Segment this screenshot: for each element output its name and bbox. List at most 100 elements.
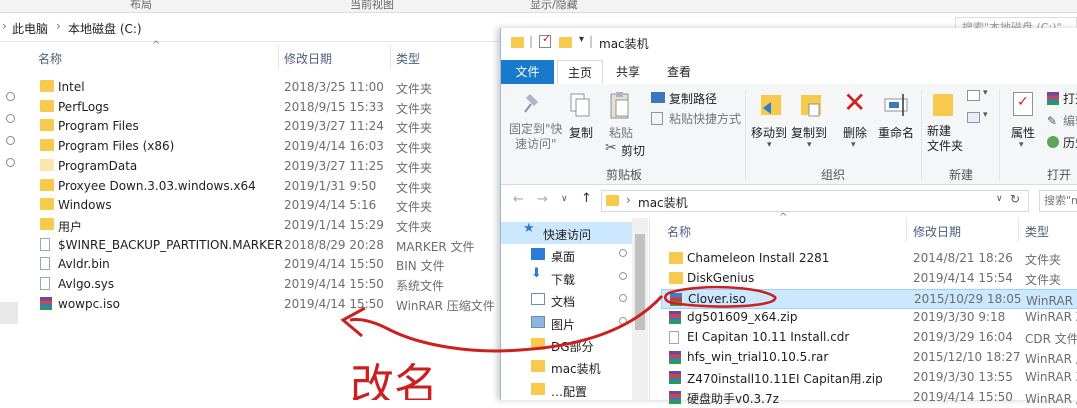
copy-to-button[interactable]: 复制到 <box>791 124 827 141</box>
move-to-button[interactable]: 移动到 <box>751 124 787 141</box>
navigation-pane-scrollbar[interactable] <box>632 218 648 400</box>
breadcrumb-current[interactable]: mac装机 <box>638 194 688 211</box>
table-row[interactable]: Intel 2018/3/25 11:00 文件夹 <box>0 77 500 97</box>
table-row[interactable]: DiskGenius 2019/4/14 15:54 文件夹 <box>661 269 1077 289</box>
rename-button[interactable]: 重命名 <box>878 124 914 141</box>
sidebar-item[interactable]: 文档 <box>501 289 633 311</box>
column-divider[interactable] <box>906 218 907 242</box>
column-header-name[interactable]: 名称 <box>667 223 691 240</box>
tab-file[interactable]: 文件 <box>501 60 554 84</box>
table-row[interactable]: Clover.iso 2015/10/29 18:05 WinRAR 压 <box>661 288 1077 309</box>
folder-light-icon <box>40 158 54 171</box>
column-header-name[interactable]: 名称 <box>38 50 62 67</box>
table-row[interactable]: wowpc.iso 2019/4/14 15:50 WinRAR 压缩文件 <box>0 294 500 314</box>
sidebar-item[interactable]: 图片 <box>501 312 633 334</box>
ribbon-home: 固定到"快 速访问" 复制 粘贴 复制路径 粘贴快捷方式 ✂ 剪切 剪贴板 移动… <box>501 84 1077 185</box>
sort-up-icon: ^ <box>152 40 161 51</box>
sidebar-item-label: …配置 <box>551 384 588 399</box>
properties-quick-icon[interactable]: ✓ <box>539 32 551 48</box>
open-button[interactable]: 打开 <box>1063 90 1077 107</box>
tab-home[interactable]: 主页 <box>557 60 603 84</box>
dropdown-icon: ▾ <box>1019 140 1024 150</box>
pin-quick-access-button[interactable]: 固定到"快 速访问" <box>509 122 563 152</box>
column-divider[interactable] <box>278 45 279 69</box>
tab-share[interactable]: 共享 <box>616 60 640 84</box>
desktop-icon <box>531 248 545 261</box>
table-row[interactable]: ProgramData 2019/3/27 11:25 文件夹 <box>0 156 500 176</box>
address-dropdown-icon[interactable]: ∨ <box>996 194 1003 204</box>
table-row[interactable]: 硬盘助手v0.3.7z 2019/4/14 15:50 WinRAR 压 <box>661 388 1077 408</box>
copy-button[interactable]: 复制 <box>569 124 593 141</box>
sidebar-item[interactable]: ⬇ 下载 <box>501 267 633 289</box>
sidebar-item[interactable]: DG部分 <box>501 334 633 356</box>
delete-button[interactable]: 删除 <box>843 124 867 141</box>
paste-button[interactable]: 粘贴 <box>609 124 633 141</box>
rar-icon <box>40 296 52 310</box>
table-row[interactable]: dg501609_x64.zip 2019/3/30 9:18 WinRAR Z <box>661 308 1077 328</box>
sidebar-item[interactable]: …配置 <box>501 379 633 401</box>
star-icon: ★ <box>523 221 535 236</box>
new-folder-quick-icon[interactable] <box>559 37 572 48</box>
table-row[interactable]: Program Files (x86) 2019/4/14 16:03 文件夹 <box>0 136 500 156</box>
table-row[interactable]: Z470install10.11EI Capitan用.zip 2019/3/30… <box>661 368 1077 388</box>
sidebar-item[interactable]: ★ 快速访问 <box>501 222 633 244</box>
history-icon <box>1047 136 1059 148</box>
sidebar-item[interactable]: 桌面 <box>501 244 633 266</box>
forward-arrow-icon[interactable]: → <box>537 192 548 207</box>
quick-access-dropdown-icon[interactable]: ▾ <box>579 34 584 45</box>
move-to-icon <box>761 95 781 115</box>
file-date: 2019/4/14 15:50 <box>284 277 384 291</box>
recent-dropdown-icon[interactable]: ∨ <box>561 194 568 204</box>
table-row[interactable]: 用户 2019/1/14 15:29 文件夹 <box>0 215 500 235</box>
table-row[interactable]: $WINRE_BACKUP_PARTITION.MARKER 2018/8/29 … <box>0 235 500 255</box>
column-header-type[interactable]: 类型 <box>396 50 420 67</box>
file-name: wowpc.iso <box>58 296 120 311</box>
folder-icon <box>40 178 54 191</box>
breadcrumb-local-disk[interactable]: 本地磁盘 (C:) <box>68 20 142 37</box>
group-divider <box>999 90 1000 180</box>
back-address-bar[interactable]: › 此电脑 › 本地磁盘 (C:) <box>0 13 500 42</box>
back-arrow-icon[interactable]: ← <box>513 192 524 207</box>
folder-icon <box>40 198 54 211</box>
column-divider[interactable] <box>1018 218 1019 242</box>
table-row[interactable]: hfs_win_trial10.10.5.rar 2015/12/10 18:27… <box>661 348 1077 368</box>
file-date: 2018/9/15 15:33 <box>284 99 384 114</box>
column-divider[interactable] <box>390 45 391 69</box>
table-row[interactable]: Windows 2019/4/14 5:16 文件夹 <box>0 195 500 215</box>
title-bar[interactable]: | ✓ ▾ | mac装机 <box>501 28 1077 60</box>
edit-button[interactable]: 编辑 <box>1063 112 1077 129</box>
address-bar[interactable]: › mac装机 ∨ ↻ <box>601 190 1029 212</box>
ribbon-tabs: 文件 主页 共享 查看 <box>501 60 1077 85</box>
copy-path-button[interactable]: 复制路径 <box>669 90 717 107</box>
table-row[interactable]: Chameleon Install 2281 2014/8/21 18:26 文件夹 <box>661 249 1077 269</box>
file-date: 2019/1/31 9:50 <box>284 178 377 193</box>
folder-icon <box>606 195 619 206</box>
column-header-date[interactable]: 修改日期 <box>913 223 961 240</box>
scrollbar-thumb[interactable] <box>635 234 645 330</box>
cut-button[interactable]: 剪切 <box>621 142 645 159</box>
sidebar-item-label: 图片 <box>551 317 576 332</box>
table-row[interactable]: Avlgo.sys 2019/4/14 15:50 系统文件 <box>0 274 500 294</box>
up-arrow-icon[interactable]: ↑ <box>581 191 592 206</box>
table-row[interactable]: Program Files 2019/3/27 11:24 文件夹 <box>0 116 500 136</box>
paste-shortcut-button[interactable]: 粘贴快捷方式 <box>669 110 741 127</box>
refresh-icon[interactable]: ↻ <box>1010 192 1020 206</box>
history-button[interactable]: 历史 <box>1063 134 1077 151</box>
new-folder-button[interactable]: 新建 文件夹 <box>927 124 963 154</box>
column-header-type[interactable]: 类型 <box>1025 223 1049 240</box>
breadcrumb-this-pc[interactable]: 此电脑 <box>12 20 48 37</box>
folder-icon <box>669 252 683 264</box>
table-row[interactable]: Avldr.bin 2019/4/14 15:50 BIN 文件 <box>0 254 500 274</box>
new-item-icon[interactable] <box>967 90 980 101</box>
file-type: 文件夹 <box>1025 272 1062 287</box>
table-row[interactable]: Proxyee Down.3.03.windows.x64 2019/1/31 9… <box>0 176 500 196</box>
tab-view[interactable]: 查看 <box>667 60 691 84</box>
table-row[interactable]: PerfLogs 2018/9/15 15:33 文件夹 <box>0 97 500 117</box>
search-input[interactable]: 搜索"mac装机" <box>1039 190 1077 212</box>
easy-access-icon[interactable] <box>967 112 980 123</box>
table-row[interactable]: EI Capitan 10.11 Install.cdr 2019/3/29 16… <box>661 328 1077 348</box>
sidebar-item[interactable]: mac装机 <box>501 356 633 378</box>
breadcrumb-chevron-icon: › <box>2 19 7 33</box>
column-header-date[interactable]: 修改日期 <box>284 50 332 67</box>
properties-button[interactable]: 属性 <box>1011 124 1035 141</box>
